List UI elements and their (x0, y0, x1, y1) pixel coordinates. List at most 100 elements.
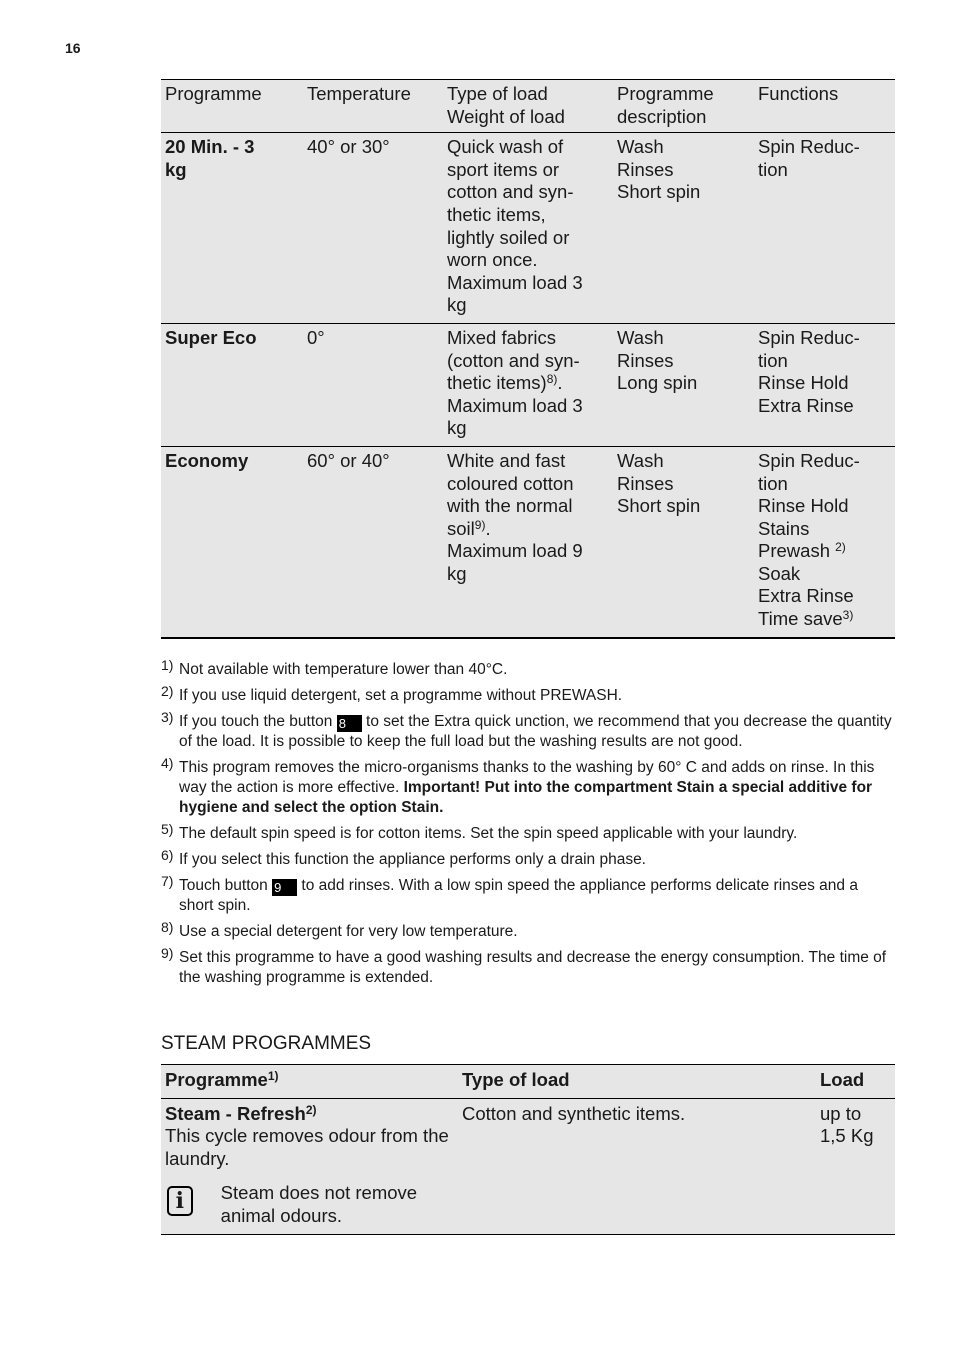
description-line: Rinses (617, 472, 674, 494)
footnote-ref: 9) (474, 517, 486, 532)
function-line: Rinse Hold (758, 372, 849, 394)
function-line: tion (758, 349, 788, 371)
footnote: 9) Set this programme to have a good wash… (161, 945, 895, 988)
table-row: Economy 60° or 40° White and fast colour… (161, 446, 895, 638)
header-programme-description-text: Programme description (617, 83, 714, 127)
header-programme-description: Programme description (613, 80, 754, 133)
footnote-ref: 8) (546, 372, 558, 387)
function-line: Extra Rinse (758, 394, 854, 416)
footnote-number: 6) (161, 847, 174, 863)
load-line: (cotton and syn- (447, 349, 580, 371)
load-line: kg (447, 417, 467, 439)
function-line: Soak (758, 562, 801, 584)
function-line: Time save3) (758, 608, 891, 631)
function-line: Prewash 2) (758, 540, 891, 563)
load-line: White and fast (447, 449, 566, 471)
header-programme: Programme (165, 83, 262, 104)
steam-table: Programme1) Type of load Load Steam - Re… (161, 1064, 895, 1235)
load-line: soil9). (447, 517, 491, 539)
footnote-text: The default spin speed is for cotton ite… (179, 825, 798, 842)
functions: Spin Reduc- tion Rinse Hold Extra Rinse (754, 323, 895, 446)
footnote: 8) Use a special detergent for very low t… (161, 919, 895, 942)
footnote-number: 2) (161, 683, 174, 699)
info-icon: i (167, 1186, 193, 1217)
footnote-ref: 2) (305, 1102, 317, 1117)
footnote-text: If you touch the button (179, 713, 337, 730)
footnote-ref: 1) (267, 1069, 279, 1083)
function-line: Extra Rinse (758, 585, 854, 607)
steam-programme: Steam - Refresh2) This cycle removes odo… (161, 1098, 458, 1234)
programme-name-text: Steam - Refresh (165, 1102, 306, 1124)
header-type-of-load: Type of load Weight of load (443, 80, 613, 133)
description-line: Wash (617, 449, 664, 471)
functions: Spin Reduc- tion Rinse Hold Stains Prewa… (754, 446, 895, 637)
header-programme-text: Programme (165, 1069, 268, 1090)
programme-description: This cycle removes odour from the laundr… (165, 1125, 449, 1169)
load-line: Maximum load 3 (447, 271, 583, 293)
footnote-ref: 2) (835, 540, 846, 555)
footnote: 4) This program removes the micro-organis… (161, 755, 895, 818)
function-line-text: Time save (758, 608, 843, 630)
load-line: kg (447, 294, 467, 316)
load-line: lightly soiled or (447, 226, 570, 248)
description-line: Wash (617, 326, 664, 348)
function-line: Rinse Hold (758, 495, 849, 517)
temperature: 0° (307, 326, 325, 348)
footnote-number: 4) (161, 755, 174, 771)
load-line: Maximum load 3 (447, 394, 583, 416)
load: up to 1,5 Kg (816, 1098, 895, 1234)
load-line: coloured cotton (447, 472, 574, 494)
footnote-number: 9) (161, 945, 174, 961)
load-line: sport items or (447, 158, 560, 180)
programme-description: Wash Rinses Short spin (613, 446, 754, 637)
header-functions: Functions (758, 83, 839, 104)
function-line: Spin Reduc- (758, 449, 860, 471)
type-of-load: Quick wash of sport items or cotton and … (443, 133, 613, 324)
programme-name: Steam - Refresh2) (165, 1103, 454, 1126)
footnote-number: 7) (161, 873, 174, 889)
function-line: Spin Reduc- (758, 136, 860, 158)
function-line: Spin Reduc- (758, 326, 860, 348)
footnote-number: 8) (161, 919, 174, 935)
footnote: 3) If you touch the button 8 to set the E… (161, 709, 895, 752)
footnote-text: Touch button (179, 877, 273, 894)
header-programme: Programme1) (161, 1065, 458, 1099)
programme-table: Programme Temperature Type of load Weigh… (161, 79, 895, 639)
footnote-text: If you use liquid detergent, set a progr… (179, 687, 623, 704)
header-type-of-load-text: Type of load Weight of load (447, 83, 565, 127)
type-of-load: Cotton and synthetic items. (462, 1102, 686, 1124)
load-line: thetic items, (447, 203, 546, 225)
note-text: Steam does not remove animal odours. (220, 1182, 418, 1226)
programme-name: 20 Min. - 3 kg (161, 133, 303, 324)
table-row: Super Eco 0° Mixed fabrics (cotton and s… (161, 323, 895, 447)
footnote-ref: 3) (842, 608, 854, 623)
description-line: Short spin (617, 495, 701, 517)
temperature: 60° or 40° (307, 449, 390, 471)
footnote: 5) The default spin speed is for cotton i… (161, 821, 895, 844)
header-temperature: Temperature (307, 83, 411, 104)
footnote: 7) Touch button 9 to add rinses. With a l… (161, 873, 895, 916)
function-line: tion (758, 158, 788, 180)
footnote: 2) If you use liquid detergent, set a pro… (161, 683, 895, 706)
load-line: kg (447, 562, 467, 584)
table-row: 20 Min. - 3 kg 40° or 30° Quick wash of … (161, 133, 895, 324)
programme-name: Economy (165, 449, 249, 471)
section-title-steam: STEAM PROGRAMMES (161, 1033, 372, 1054)
footnote: 6) If you select this function the applia… (161, 847, 895, 870)
load-line: cotton and syn- (447, 181, 574, 203)
footnote-text: If you select this function the applianc… (179, 851, 646, 868)
load-text: up to 1,5 Kg (820, 1102, 874, 1147)
footnote-text: Not available with temperature lower tha… (179, 661, 508, 678)
description-line: Short spin (617, 181, 701, 203)
footnote-number: 3) (161, 709, 174, 725)
function-line: tion (758, 472, 788, 494)
footnote-number: 5) (161, 821, 174, 837)
type-of-load: Mixed fabrics (cotton and syn- thetic it… (443, 323, 613, 446)
table-row: Steam - Refresh2) This cycle removes odo… (161, 1098, 895, 1235)
programme-description: Wash Rinses Long spin (613, 323, 754, 446)
table-header-row: Programme1) Type of load Load (161, 1064, 895, 1099)
load-line-text: thetic items) (447, 372, 547, 394)
type-of-load: White and fast coloured cotton with the … (443, 446, 613, 637)
header-type-of-load: Type of load (462, 1069, 570, 1090)
header-load: Load (820, 1069, 865, 1090)
